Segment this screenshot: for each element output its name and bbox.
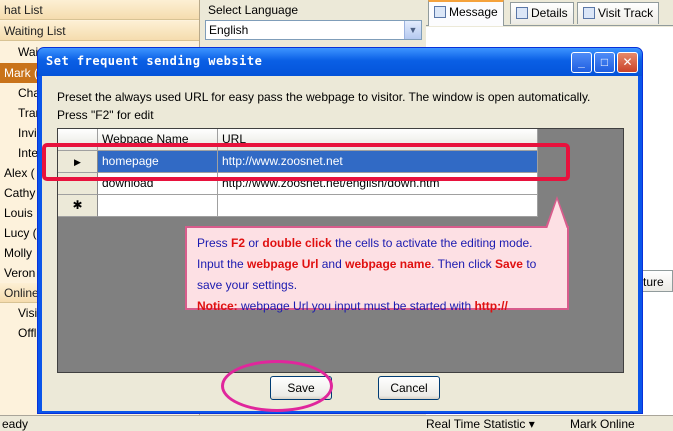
tab-message[interactable]: Message: [428, 0, 504, 26]
minimize-icon[interactable]: _: [571, 52, 592, 73]
language-select[interactable]: English ▼: [205, 20, 422, 40]
dialog-title: Set frequent sending website: [46, 54, 263, 68]
cell-webpage-name[interactable]: [98, 195, 218, 217]
tab-details[interactable]: Details: [510, 2, 574, 24]
row-header[interactable]: ✱: [58, 195, 98, 217]
help-callout: Press F2 or double click the cells to ac…: [185, 226, 569, 313]
save-highlight-ellipse: [221, 360, 333, 412]
close-icon[interactable]: ✕: [617, 52, 638, 73]
status-ready: eady: [2, 417, 29, 431]
waiting-list-group[interactable]: Waiting List: [0, 21, 199, 41]
language-label: Select Language: [208, 3, 299, 17]
realtime-statistic-dropdown[interactable]: Real Time Statistic ▾: [426, 416, 535, 431]
maximize-icon[interactable]: □: [594, 52, 615, 73]
details-icon: [516, 7, 528, 19]
chevron-down-icon: ▾: [528, 417, 535, 431]
visit-track-icon: [583, 7, 595, 19]
instruction-text: Preset the always used URL for easy pass…: [57, 90, 591, 122]
status-user: Mark Online: [570, 417, 635, 431]
status-bar: eady Real Time Statistic ▾ Mark Online: [0, 415, 673, 431]
cell-url[interactable]: [218, 195, 538, 217]
new-row-icon: ✱: [72, 198, 83, 212]
dialog-title-bar[interactable]: Set frequent sending website _ □ ✕: [38, 48, 642, 76]
cancel-button[interactable]: Cancel: [378, 376, 440, 400]
chevron-down-icon[interactable]: ▼: [404, 21, 421, 39]
chat-list-header: hat List: [0, 0, 199, 20]
tab-visit-track[interactable]: Visit Track: [577, 2, 660, 24]
tab-bar: Message Details Visit Track: [426, 0, 673, 26]
callout-pointer-fill: [547, 200, 567, 229]
language-value: English: [209, 23, 249, 37]
highlight-box: [42, 143, 570, 181]
message-icon: [434, 6, 446, 18]
